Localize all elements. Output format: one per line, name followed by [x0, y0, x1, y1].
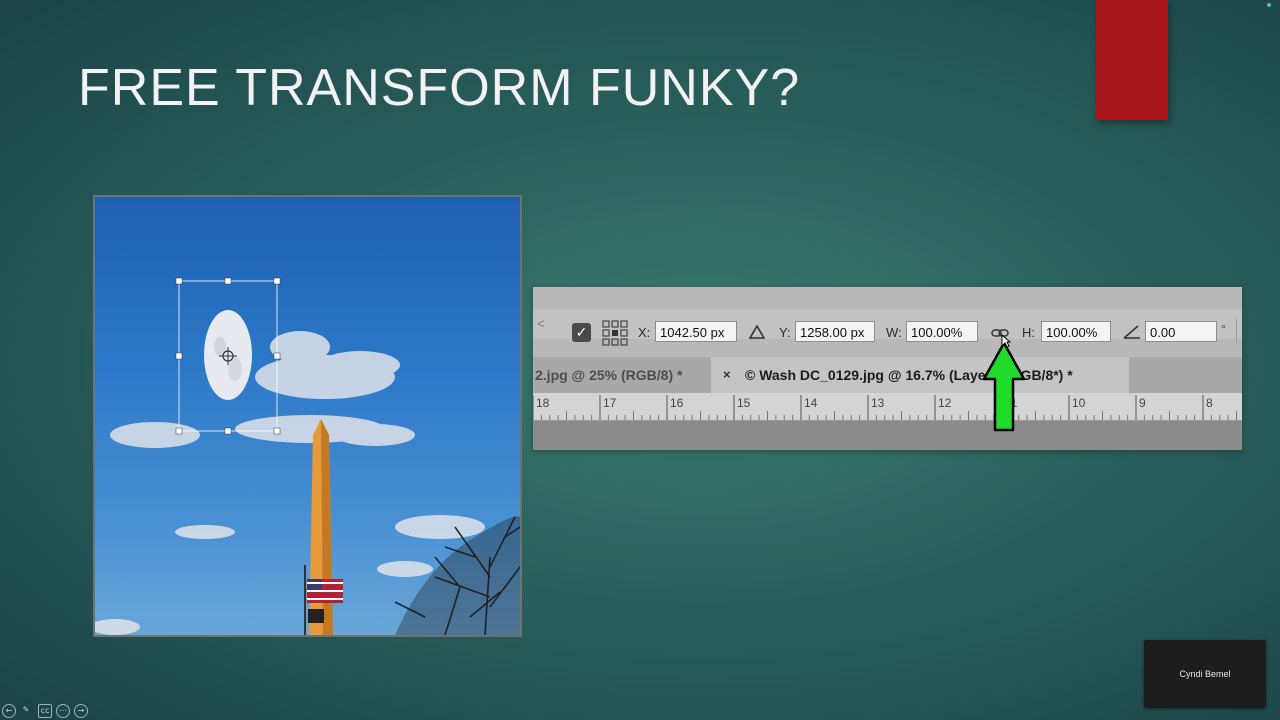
width-field[interactable]: 100.00% — [906, 321, 978, 342]
pen-icon[interactable]: ✎ — [20, 704, 32, 716]
document-tabs: 2.jpg @ 25% (RGB/8) * × © Wash DC_0129.j… — [533, 357, 1242, 393]
previous-slide-icon[interactable]: ← — [2, 704, 16, 718]
ruler-tick-label: 12 — [938, 396, 952, 410]
ruler-tick-label: 14 — [804, 396, 818, 410]
pointer-arrow-icon — [982, 341, 1026, 432]
delta-triangle-icon[interactable] — [749, 325, 765, 339]
next-slide-icon[interactable]: → — [74, 704, 88, 718]
angle-field[interactable]: 0.00 — [1145, 321, 1217, 342]
mouse-cursor-icon — [1001, 334, 1011, 348]
checkmark-icon[interactable]: ✓ — [572, 323, 591, 342]
tab-active-document[interactable]: × © Wash DC_0129.jpg @ 16.7% (Layer 1, R… — [711, 357, 1129, 393]
degree-symbol: ° — [1221, 322, 1226, 336]
y-label: Y: — [779, 325, 791, 340]
canvas-area — [533, 421, 1242, 450]
reference-point-grid-icon[interactable] — [602, 320, 628, 346]
ruler-tick-label: 15 — [737, 396, 751, 410]
chevron-left-icon[interactable]: < — [537, 316, 545, 331]
ruler-tick-label: 13 — [871, 396, 885, 410]
close-icon[interactable]: × — [723, 357, 731, 393]
tab-inactive-document[interactable]: 2.jpg @ 25% (RGB/8) * — [533, 357, 713, 393]
ruler-tick-label: 17 — [603, 396, 617, 410]
height-field[interactable]: 100.00% — [1041, 321, 1111, 342]
webcam-overlay: Cyndi Bemel — [1144, 640, 1266, 708]
captions-icon[interactable]: cc — [38, 704, 52, 718]
moon-photo — [93, 195, 522, 637]
red-accent-tab — [1096, 0, 1168, 120]
x-label: X: — [638, 325, 651, 340]
slide-title: FREE TRANSFORM FUNKY? — [78, 59, 801, 117]
recording-indicator — [1267, 3, 1271, 7]
ruler-tick-label: 8 — [1206, 396, 1213, 410]
ruler-tick-label: 9 — [1139, 396, 1146, 410]
divider — [1236, 319, 1237, 343]
h-label: H: — [1022, 325, 1035, 340]
ruler-tick-label: 10 — [1072, 396, 1086, 410]
angle-icon — [1123, 325, 1140, 339]
y-position-field[interactable]: 1258.00 px — [795, 321, 875, 342]
w-label: W: — [886, 325, 902, 340]
horizontal-ruler: 18171615141312111098 — [533, 393, 1242, 421]
presenter-name: Cyndi Bemel — [1179, 669, 1231, 679]
x-position-field[interactable]: 1042.50 px — [655, 321, 737, 342]
photoshop-options-screenshot: < ✓ X: 1042.50 px Y: 1258.00 px W: 100.0… — [533, 287, 1242, 450]
ruler-tick-label: 18 — [536, 396, 550, 410]
ruler-tick-label: 16 — [670, 396, 684, 410]
more-options-icon[interactable]: ⋯ — [56, 704, 70, 718]
